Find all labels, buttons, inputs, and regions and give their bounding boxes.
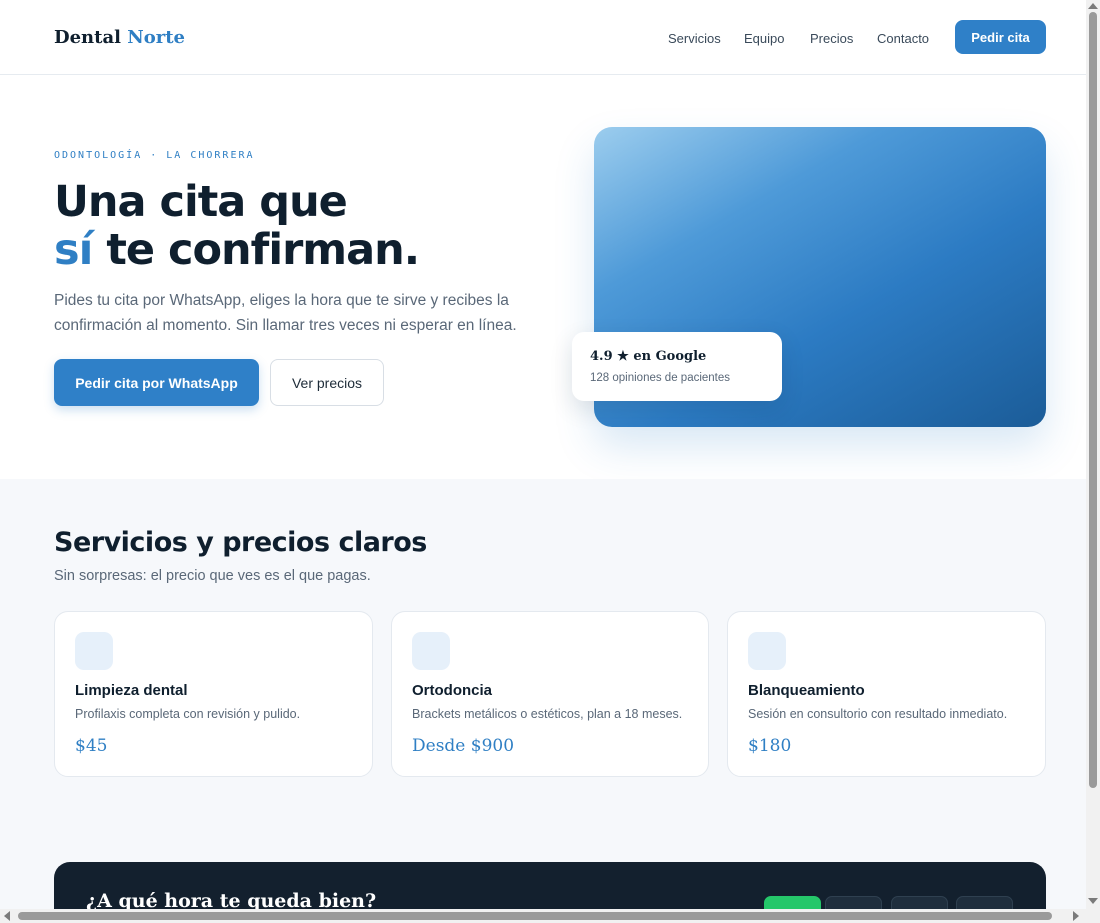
nav-equipo[interactable]: Equipo	[744, 31, 784, 46]
site-header: Dental Norte Servicios Equipo Precios Co…	[0, 0, 1086, 75]
hero-title: Una cita que sí te confirman.	[54, 177, 420, 275]
booking-title: ¿A qué hora te queda bien?	[86, 890, 377, 909]
booking-section: ¿A qué hora te queda bien?	[54, 862, 1046, 909]
service-desc: Profilaxis completa con revisión y pulid…	[75, 707, 301, 721]
rating-card: 4.9 ★ en Google 128 opiniones de pacient…	[572, 332, 782, 401]
scroll-right-arrow-icon[interactable]	[1073, 911, 1079, 921]
horizontal-scrollbar[interactable]	[0, 909, 1086, 923]
hero-eyebrow: ODONTOLOGÍA · LA CHORRERA	[54, 150, 255, 161]
scroll-up-arrow-icon[interactable]	[1088, 3, 1098, 9]
service-title: Blanqueamiento	[748, 682, 865, 699]
service-price: Desde $900	[412, 736, 515, 756]
services-subtitle: Sin sorpresas: el precio que ves es el q…	[54, 568, 371, 584]
service-price: $180	[748, 736, 792, 756]
services-title: Servicios y precios claros	[54, 527, 427, 558]
time-slot[interactable]	[891, 896, 948, 909]
scrollbar-corner	[1086, 909, 1100, 923]
hero-lead: Pides tu cita por WhatsApp, eliges la ho…	[54, 292, 517, 334]
rating-subtitle: 128 opiniones de pacientes	[590, 372, 731, 384]
braces-icon	[412, 632, 450, 670]
service-desc: Sesión en consultorio con resultado inme…	[748, 707, 1008, 721]
service-card-limpieza[interactable]: Limpieza dental Profilaxis completa con …	[54, 611, 373, 777]
vertical-scroll-thumb[interactable]	[1089, 12, 1097, 788]
service-title: Ortodoncia	[412, 682, 493, 699]
rating-title: 4.9 ★ en Google	[590, 349, 707, 364]
nav-precios[interactable]: Precios	[810, 31, 853, 46]
time-slot[interactable]	[825, 896, 882, 909]
scroll-left-arrow-icon[interactable]	[4, 911, 10, 921]
whatsapp-button[interactable]: Pedir cita por WhatsApp	[54, 359, 259, 406]
nav-contacto[interactable]: Contacto	[877, 31, 929, 46]
hero-title-line2: sí te confirman.	[54, 225, 420, 275]
hero-title-line1: Una cita que	[54, 177, 348, 227]
service-price: $45	[75, 736, 108, 756]
tooth-icon	[75, 632, 113, 670]
header-cta-button[interactable]: Pedir cita	[955, 20, 1046, 54]
logo-main: Dental	[54, 27, 121, 48]
sparkle-icon	[748, 632, 786, 670]
logo-accent: Norte	[127, 27, 185, 48]
nav-servicios[interactable]: Servicios	[668, 31, 721, 46]
time-slot-selected[interactable]	[764, 896, 821, 909]
service-title: Limpieza dental	[75, 682, 188, 699]
page: Dental Norte Servicios Equipo Precios Co…	[0, 0, 1086, 909]
time-slot[interactable]	[956, 896, 1013, 909]
see-prices-button[interactable]: Ver precios	[270, 359, 384, 406]
service-card-blanqueamiento[interactable]: Blanqueamiento Sesión en consultorio con…	[727, 611, 1046, 777]
hero-title-rest: te confirman.	[92, 225, 420, 275]
hero-title-accent: sí	[54, 225, 93, 275]
service-desc: Brackets metálicos o estéticos, plan a 1…	[412, 707, 683, 721]
service-card-ortodoncia[interactable]: Ortodoncia Brackets metálicos o estético…	[391, 611, 709, 777]
vertical-scrollbar[interactable]	[1086, 0, 1100, 909]
horizontal-scroll-thumb[interactable]	[18, 912, 1052, 920]
logo[interactable]: Dental Norte	[54, 27, 185, 48]
scroll-down-arrow-icon[interactable]	[1088, 898, 1098, 904]
